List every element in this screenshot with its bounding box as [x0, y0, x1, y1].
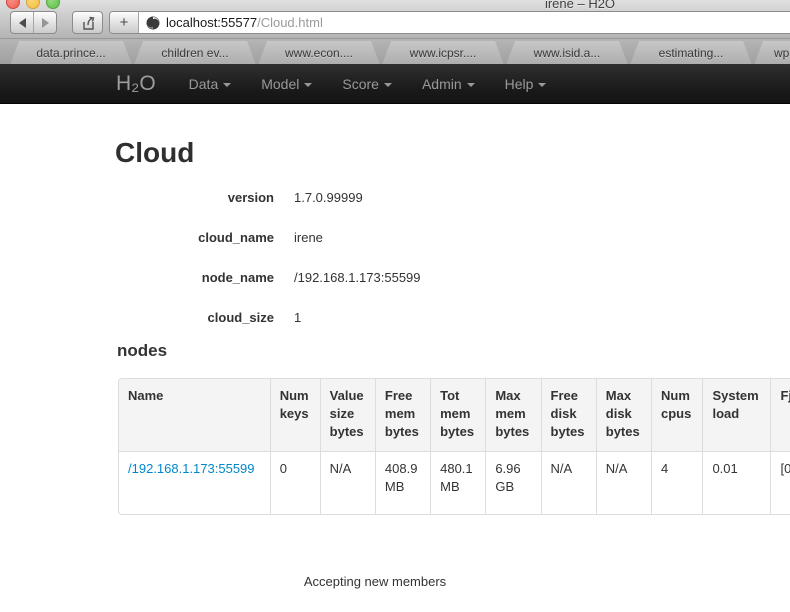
prop-label-cloud-name: cloud_name	[198, 230, 274, 245]
column-header-fj-threads: Fj t	[770, 379, 790, 451]
prop-value-cloud-name: irene	[294, 230, 323, 245]
cell-free-mem: 408.9 MB	[374, 451, 431, 514]
caret-down-icon	[538, 82, 547, 87]
node-link[interactable]: /192.168.1.173:55599	[128, 461, 255, 476]
back-arrow-icon	[18, 17, 26, 28]
window-title: irene – H2O	[544, 0, 616, 11]
cell-max-disk: N/A	[595, 451, 651, 514]
cell-num-cpus: 4	[651, 451, 703, 514]
caret-down-icon	[223, 82, 232, 87]
prop-label-node-name: node_name	[201, 270, 274, 285]
cell-tot-mem: 480.1 MB	[430, 451, 486, 514]
url-path: /Cloud.html	[257, 15, 323, 30]
column-header-system-load: System load	[702, 379, 771, 451]
url-field[interactable]: localhost:55577/Cloud.html	[139, 15, 790, 30]
back-button[interactable]	[11, 12, 34, 33]
browser-toolbar: irene – H2O + localhost:55577/Cloud.html	[0, 0, 790, 39]
column-header-tot-mem: Tot mem bytes	[430, 379, 486, 451]
url-text: localhost:55577/Cloud.html	[166, 15, 323, 30]
tab-estimating[interactable]: estimating...	[630, 41, 752, 65]
cell-node-name: /192.168.1.173:55599	[119, 451, 270, 514]
menu-data[interactable]: Data	[174, 64, 247, 104]
tab-bar: data.prince... children ev... www.econ..…	[0, 38, 790, 64]
tab-wps[interactable]: wps	[754, 41, 790, 65]
caret-down-icon	[466, 82, 475, 87]
cell-free-disk: N/A	[540, 451, 596, 514]
page-title: Cloud	[115, 137, 195, 168]
column-header-value-size: Value size bytes	[319, 379, 375, 451]
cell-num-keys: 0	[269, 451, 320, 514]
app-navbar: H₂O Data Model Score Admin Help	[0, 64, 790, 104]
prop-label-cloud-size: cloud_size	[207, 310, 274, 325]
site-favicon-icon	[146, 16, 160, 29]
cell-system-load: 0.01	[702, 451, 771, 514]
column-header-free-disk: Free disk bytes	[540, 379, 596, 451]
menu-model[interactable]: Model	[246, 64, 327, 104]
close-window-button[interactable]	[6, 0, 20, 9]
prop-value-version: 1.7.0.99999	[294, 190, 363, 205]
tab-www-icpsr[interactable]: www.icpsr....	[382, 41, 504, 65]
share-button[interactable]	[72, 11, 103, 34]
h2o-brand-logo[interactable]: H₂O	[116, 72, 156, 96]
navbar-menu: Data Model Score Admin Help	[174, 64, 562, 104]
prop-value-node-name: /192.168.1.173:55599	[294, 270, 421, 285]
table-row: /192.168.1.173:55599 0 N/A 408.9 MB 480.…	[119, 451, 790, 514]
prop-value-cloud-size: 1	[294, 310, 302, 325]
prop-label-version: version	[227, 190, 274, 205]
column-header-num-keys: Num keys	[269, 379, 320, 451]
tabs-strip: data.prince... children ev... www.econ..…	[10, 41, 790, 65]
cell-value-size: N/A	[319, 451, 375, 514]
history-nav-group	[10, 11, 57, 34]
tab-www-econ[interactable]: www.econ....	[258, 41, 380, 65]
tab-www-isid[interactable]: www.isid.a...	[506, 41, 628, 65]
column-header-name: Name	[119, 379, 270, 451]
nodes-table-container: Name Num keys Value size bytes Free mem …	[118, 378, 790, 515]
tab-data-prince[interactable]: data.prince...	[10, 41, 132, 65]
column-header-max-disk: Max disk bytes	[595, 379, 651, 451]
nodes-heading: nodes	[117, 341, 168, 360]
cell-fj-threads: [0,0	[770, 451, 790, 514]
menu-help[interactable]: Help	[490, 64, 562, 104]
forward-button[interactable]	[34, 12, 56, 33]
menu-score[interactable]: Score	[327, 64, 407, 104]
tab-children-ev[interactable]: children ev...	[134, 41, 256, 65]
caret-down-icon	[383, 82, 392, 87]
column-header-free-mem: Free mem bytes	[374, 379, 431, 451]
address-bar[interactable]: + localhost:55577/Cloud.html	[109, 11, 790, 34]
nodes-table: Name Num keys Value size bytes Free mem …	[118, 378, 790, 515]
cloud-status-text: Accepting new members	[303, 574, 447, 589]
caret-down-icon	[304, 82, 313, 87]
new-tab-button[interactable]: +	[110, 12, 139, 33]
menu-admin[interactable]: Admin	[407, 64, 490, 104]
column-header-max-mem: Max mem bytes	[485, 379, 541, 451]
url-host: localhost:55577	[166, 15, 258, 30]
column-header-num-cpus: Num cpus	[651, 379, 703, 451]
zoom-window-button[interactable]	[46, 0, 60, 9]
minimize-window-button[interactable]	[26, 0, 40, 9]
table-header-row: Name Num keys Value size bytes Free mem …	[119, 379, 790, 451]
page-content: Cloud version 1.7.0.99999 cloud_name ire…	[0, 104, 790, 612]
cell-max-mem: 6.96 GB	[485, 451, 541, 514]
share-icon	[82, 16, 94, 30]
forward-arrow-icon	[41, 17, 49, 28]
